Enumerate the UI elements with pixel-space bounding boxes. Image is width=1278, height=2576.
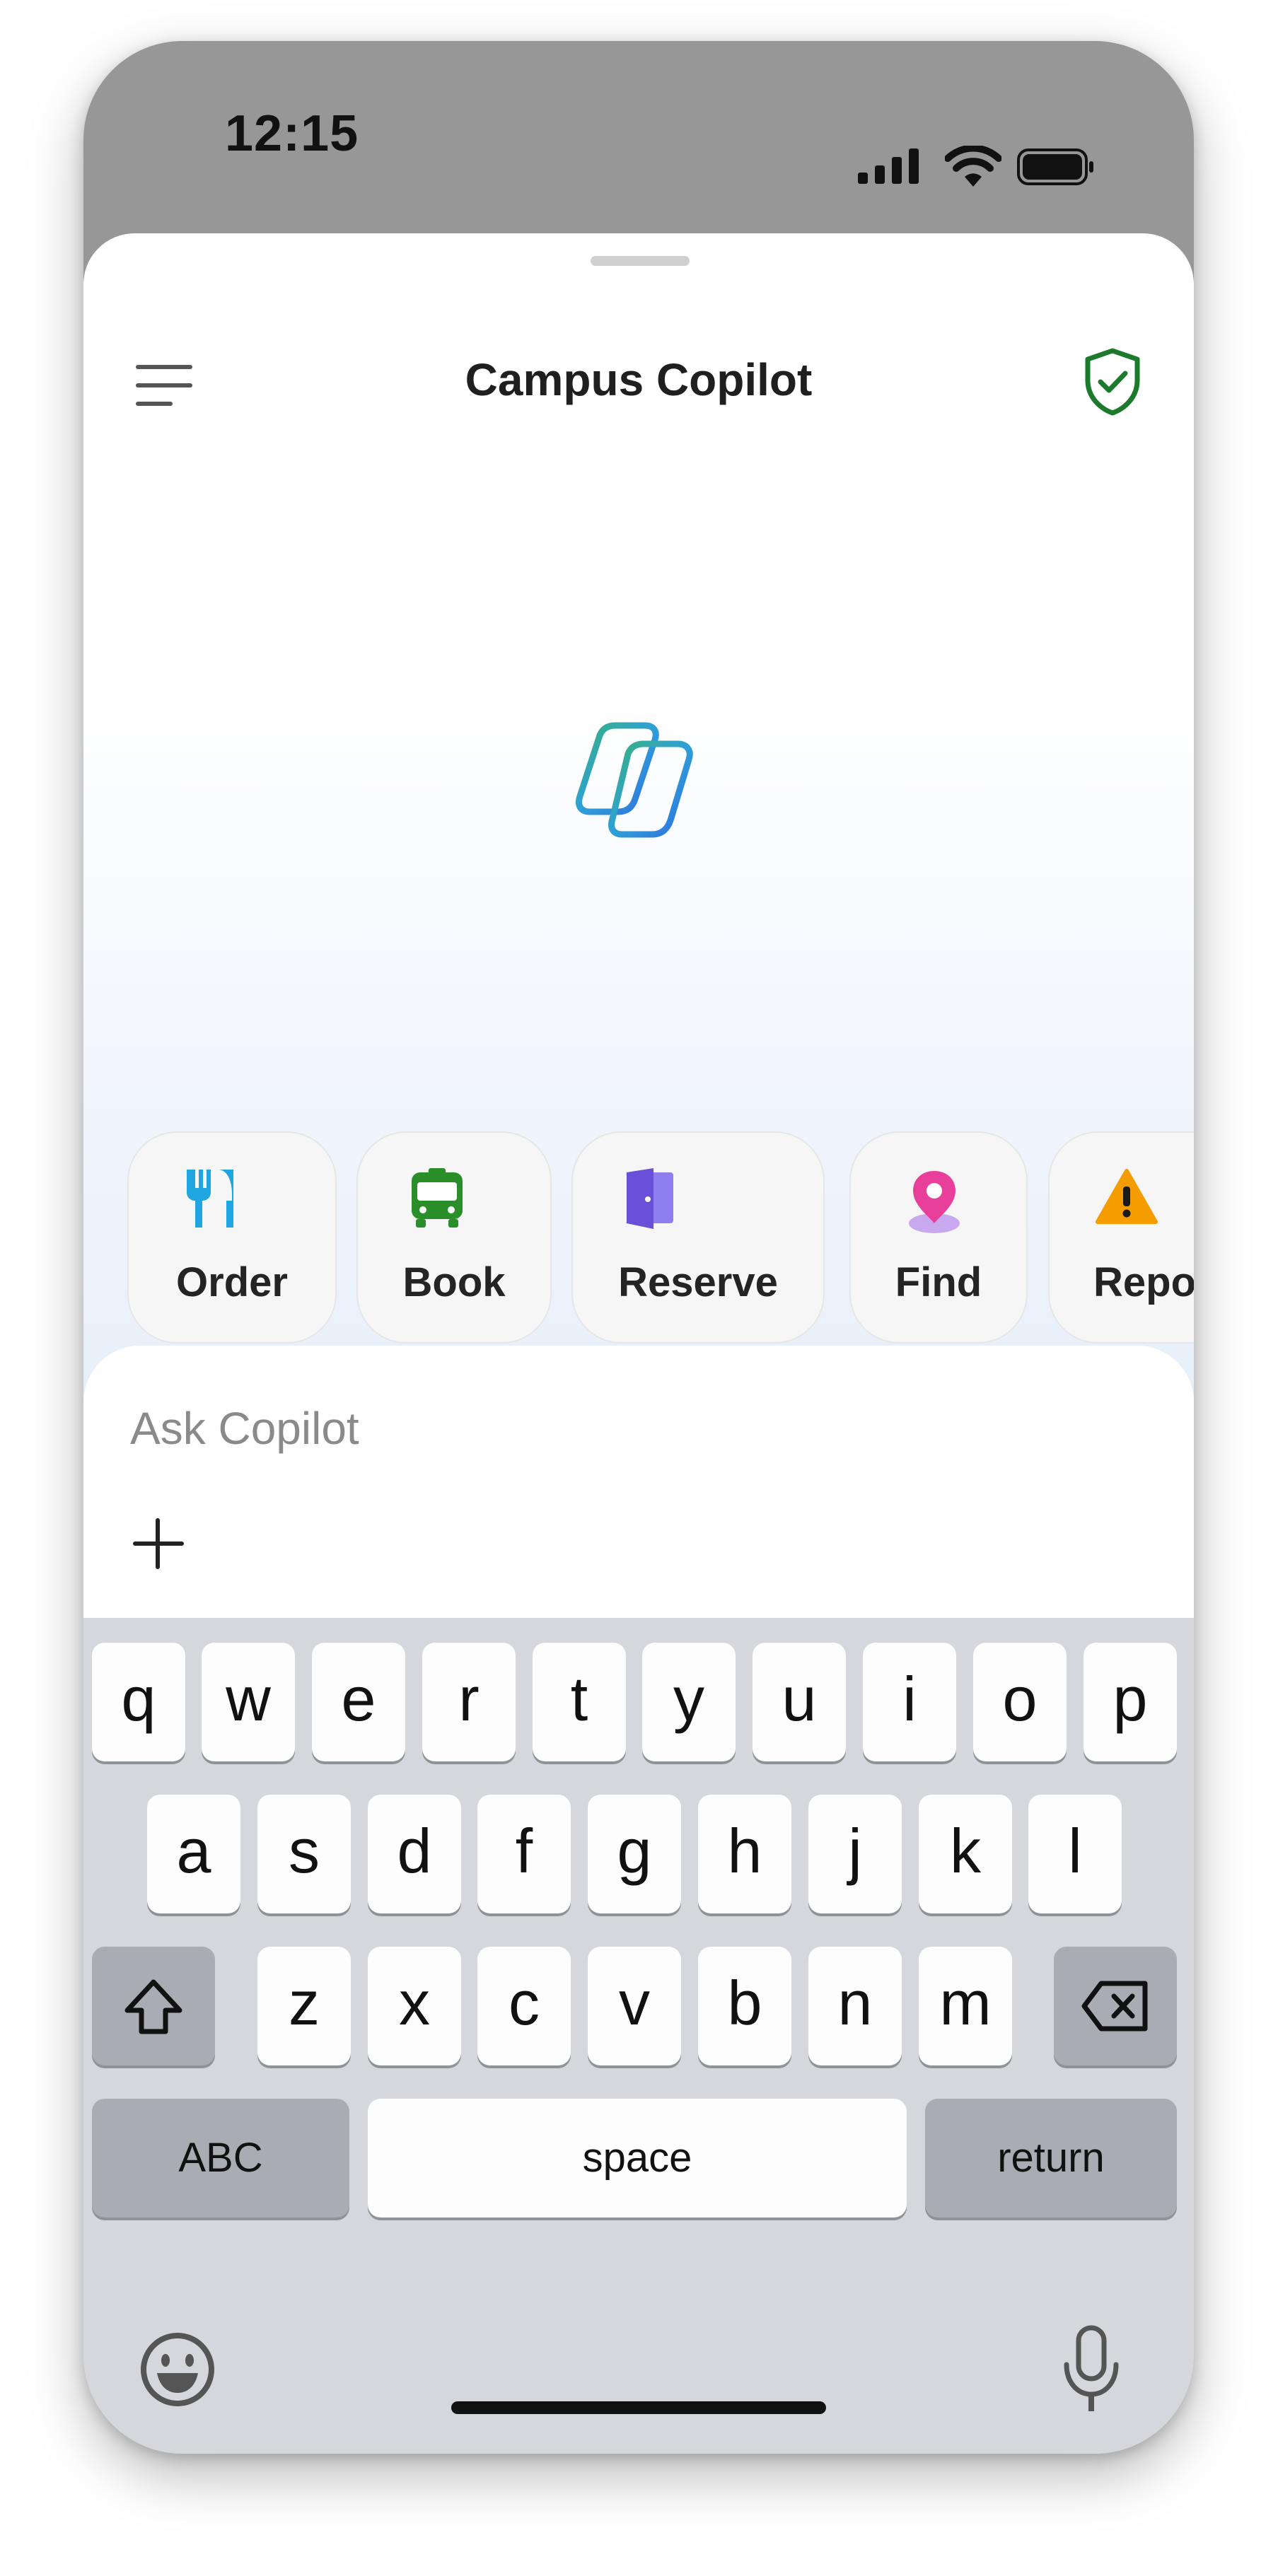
home-indicator[interactable]: [451, 2401, 826, 2414]
phone-frame: 12:15 Campus Copilot Order Book Reserve …: [83, 41, 1194, 2454]
backspace-icon: [1081, 1981, 1148, 2032]
key-s[interactable]: s: [257, 1795, 351, 1913]
quick-action-label: Book: [402, 1259, 506, 1305]
shift-icon: [124, 1979, 182, 2034]
space-key[interactable]: space: [368, 2099, 907, 2217]
quick-action-reserve[interactable]: Reserve: [571, 1131, 825, 1344]
quick-actions-row: Order Book Reserve Find Repo: [83, 1131, 1194, 1351]
key-k[interactable]: k: [919, 1795, 1012, 1913]
door-icon: [627, 1168, 673, 1229]
key-j[interactable]: j: [808, 1795, 902, 1913]
key-q[interactable]: q: [92, 1643, 185, 1761]
key-h[interactable]: h: [698, 1795, 791, 1913]
copilot-logo-icon: [576, 722, 693, 838]
shift-key[interactable]: [92, 1947, 215, 2065]
bus-icon: [412, 1168, 463, 1228]
key-v[interactable]: v: [588, 1947, 681, 2065]
key-p[interactable]: p: [1084, 1643, 1177, 1761]
battery-icon: [1017, 148, 1093, 185]
delete-key[interactable]: [1054, 1947, 1177, 2065]
status-time: 12:15: [225, 105, 359, 162]
key-g[interactable]: g: [588, 1795, 681, 1913]
ask-copilot-input[interactable]: Ask Copilot: [130, 1402, 359, 1455]
page-title: Campus Copilot: [465, 354, 813, 405]
quick-action-label: Order: [176, 1259, 288, 1305]
key-d[interactable]: d: [368, 1795, 461, 1913]
fork-knife-icon: [187, 1170, 233, 1228]
key-c[interactable]: c: [477, 1947, 571, 2065]
key-t[interactable]: t: [533, 1643, 626, 1761]
quick-action-book[interactable]: Book: [356, 1131, 552, 1344]
return-key[interactable]: return: [925, 2099, 1177, 2217]
keyboard: q w e r t y u i o p a s d f g h j k l z …: [83, 1618, 1194, 2454]
quick-action-label: Find: [895, 1259, 982, 1305]
quick-action-label: Reserve: [618, 1259, 778, 1305]
key-r[interactable]: r: [422, 1643, 516, 1761]
map-pin-icon: [909, 1171, 960, 1233]
key-u[interactable]: u: [753, 1643, 846, 1761]
key-z[interactable]: z: [257, 1947, 351, 2065]
key-x[interactable]: x: [368, 1947, 461, 2065]
plus-icon[interactable]: [130, 1515, 187, 1572]
key-a[interactable]: a: [147, 1795, 240, 1913]
key-w[interactable]: w: [202, 1643, 295, 1761]
microphone-icon[interactable]: [1059, 2324, 1123, 2415]
shield-check-icon[interactable]: [1081, 346, 1144, 417]
sheet-grabber[interactable]: [591, 256, 690, 266]
key-i[interactable]: i: [863, 1643, 956, 1761]
quick-action-label: Repo: [1093, 1259, 1194, 1305]
key-m[interactable]: m: [919, 1947, 1012, 2065]
key-n[interactable]: n: [808, 1947, 902, 2065]
quick-action-find[interactable]: Find: [849, 1131, 1028, 1344]
quick-action-report[interactable]: Repo: [1048, 1131, 1194, 1344]
warning-icon: [1096, 1169, 1158, 1224]
key-f[interactable]: f: [477, 1795, 571, 1913]
key-e[interactable]: e: [312, 1643, 405, 1761]
wifi-icon: [945, 146, 1001, 187]
quick-action-order[interactable]: Order: [127, 1131, 337, 1344]
signal-icon: [858, 148, 919, 184]
key-y[interactable]: y: [642, 1643, 736, 1761]
emoji-icon[interactable]: [139, 2331, 216, 2408]
abc-key[interactable]: ABC: [92, 2099, 349, 2217]
key-b[interactable]: b: [698, 1947, 791, 2065]
key-o[interactable]: o: [973, 1643, 1067, 1761]
key-l[interactable]: l: [1028, 1795, 1122, 1913]
